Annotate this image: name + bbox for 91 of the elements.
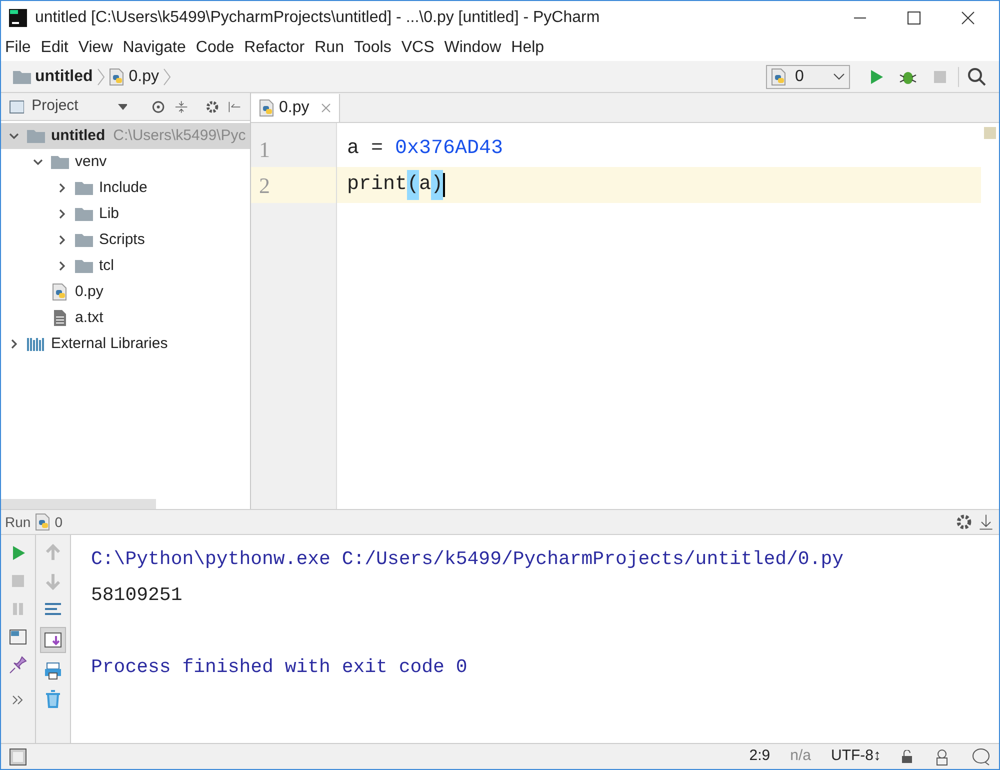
menu-item[interactable]: Help xyxy=(511,36,544,60)
layout-icon[interactable] xyxy=(8,627,28,647)
file-encoding[interactable]: UTF-8↕ xyxy=(831,745,881,768)
code-line: a = 0x376AD43 xyxy=(346,136,504,162)
editor-tab[interactable]: 0.py xyxy=(251,94,340,122)
chevron-icon xyxy=(96,68,105,86)
tree-label: untitled xyxy=(51,126,106,146)
panel-title[interactable]: Project xyxy=(32,95,78,118)
console-line: 58109251 xyxy=(91,582,184,608)
scroll-to-end-icon[interactable] xyxy=(40,627,66,653)
hide-panel-icon[interactable] xyxy=(977,513,995,531)
chevron-icon[interactable] xyxy=(9,131,19,141)
python-file-icon xyxy=(34,513,51,531)
folder-icon xyxy=(27,129,45,143)
chevron-icon xyxy=(163,68,172,86)
tree-item[interactable]: Scripts xyxy=(1,227,250,253)
tree-label: External Libraries xyxy=(51,334,168,354)
window-title: untitled [C:\Users\k5499\PycharmProjects\untitled] - ...\0.py [untitled] - PyCharm xyxy=(35,8,601,28)
folder-icon xyxy=(13,70,31,84)
target-icon[interactable] xyxy=(151,98,166,114)
tree-item[interactable]: 0.py xyxy=(1,279,250,305)
run-panel-title[interactable]: Run xyxy=(5,512,31,532)
run-config-dropdown[interactable]: 0 xyxy=(766,64,850,88)
project-view-icon xyxy=(9,100,24,114)
menu-item[interactable]: Edit xyxy=(40,36,68,60)
search-icon[interactable] xyxy=(967,66,987,86)
dropdown-caret-icon[interactable] xyxy=(118,104,128,110)
close-icon[interactable] xyxy=(961,11,975,25)
folder-icon xyxy=(75,181,93,195)
tool-window-icon[interactable] xyxy=(9,748,27,766)
menu-item[interactable]: VCS xyxy=(401,36,434,60)
console-line: C:\Python\pythonw.exe C:/Users/k5499/PycharmProjects/untitled/0.py xyxy=(91,546,845,572)
menu-item[interactable]: Refactor xyxy=(244,36,305,60)
tree-label: Lib xyxy=(99,204,120,224)
python-file-icon xyxy=(771,68,787,86)
app-logo-icon xyxy=(9,9,27,27)
tree-item[interactable]: a.txt xyxy=(1,305,250,331)
pin-icon[interactable] xyxy=(8,655,28,675)
line-number: 2 xyxy=(259,172,270,200)
menu-item[interactable]: Tools xyxy=(354,36,392,60)
tree-label: a.txt xyxy=(75,308,104,328)
folder-icon xyxy=(75,233,93,247)
tree-item[interactable]: untitled C:\Users\k5499\Pyc xyxy=(1,123,250,149)
text-file-icon xyxy=(54,310,66,326)
inspection-marker xyxy=(984,127,996,139)
scrollbar[interactable] xyxy=(1,499,156,509)
tree-path: C:\Users\k5499\Pyc xyxy=(113,126,246,146)
folder-icon xyxy=(51,155,69,169)
tree-label: Include xyxy=(99,178,148,198)
python-file-icon xyxy=(52,283,68,301)
menu-item[interactable]: Code xyxy=(196,36,234,60)
print-icon[interactable] xyxy=(43,661,63,681)
maximize-icon[interactable] xyxy=(907,11,921,25)
tree-item[interactable]: Lib xyxy=(1,201,250,227)
more-icon[interactable] xyxy=(12,695,24,705)
tree-item[interactable]: tcl xyxy=(1,253,250,279)
chevron-icon[interactable] xyxy=(57,261,67,271)
chevron-icon[interactable] xyxy=(57,183,67,193)
trash-icon[interactable] xyxy=(43,689,63,709)
lock-icon[interactable] xyxy=(901,750,913,764)
menu-item[interactable]: Navigate xyxy=(122,36,186,60)
breadcrumb[interactable]: untitled xyxy=(35,64,93,88)
tree-label: venv xyxy=(75,152,107,172)
console-line: Process finished with exit code 0 xyxy=(91,654,468,680)
menu-item[interactable]: View xyxy=(78,36,113,60)
folder-icon xyxy=(75,259,93,273)
chevron-icon[interactable] xyxy=(33,157,43,167)
breadcrumb[interactable]: 0.py xyxy=(128,64,160,88)
tree-label: tcl xyxy=(99,256,114,276)
collapse-icon[interactable] xyxy=(174,98,189,114)
run-config-name[interactable]: 0 xyxy=(54,512,62,532)
tree-label: 0.py xyxy=(75,282,104,302)
python-file-icon xyxy=(259,99,275,117)
line-number: 1 xyxy=(259,136,270,164)
library-icon xyxy=(27,337,45,351)
menu-item[interactable]: Window xyxy=(444,36,502,60)
python-file-icon xyxy=(108,68,125,86)
text-cursor xyxy=(443,173,446,197)
tree-item[interactable]: Include xyxy=(1,175,250,201)
chat-bubble-icon[interactable] xyxy=(971,748,991,766)
tree-label: Scripts xyxy=(99,230,145,250)
menu-item[interactable]: Run xyxy=(314,36,344,60)
chevron-icon[interactable] xyxy=(9,339,19,349)
tree-item[interactable]: External Libraries xyxy=(1,331,250,357)
caret-icon xyxy=(833,72,845,80)
folder-icon xyxy=(75,207,93,221)
menu-item[interactable]: File xyxy=(5,36,31,60)
tree-item[interactable]: venv xyxy=(1,149,250,175)
caret-position[interactable]: 2:9 xyxy=(749,745,770,768)
chevron-icon[interactable] xyxy=(57,209,67,219)
chevron-icon[interactable] xyxy=(57,235,67,245)
